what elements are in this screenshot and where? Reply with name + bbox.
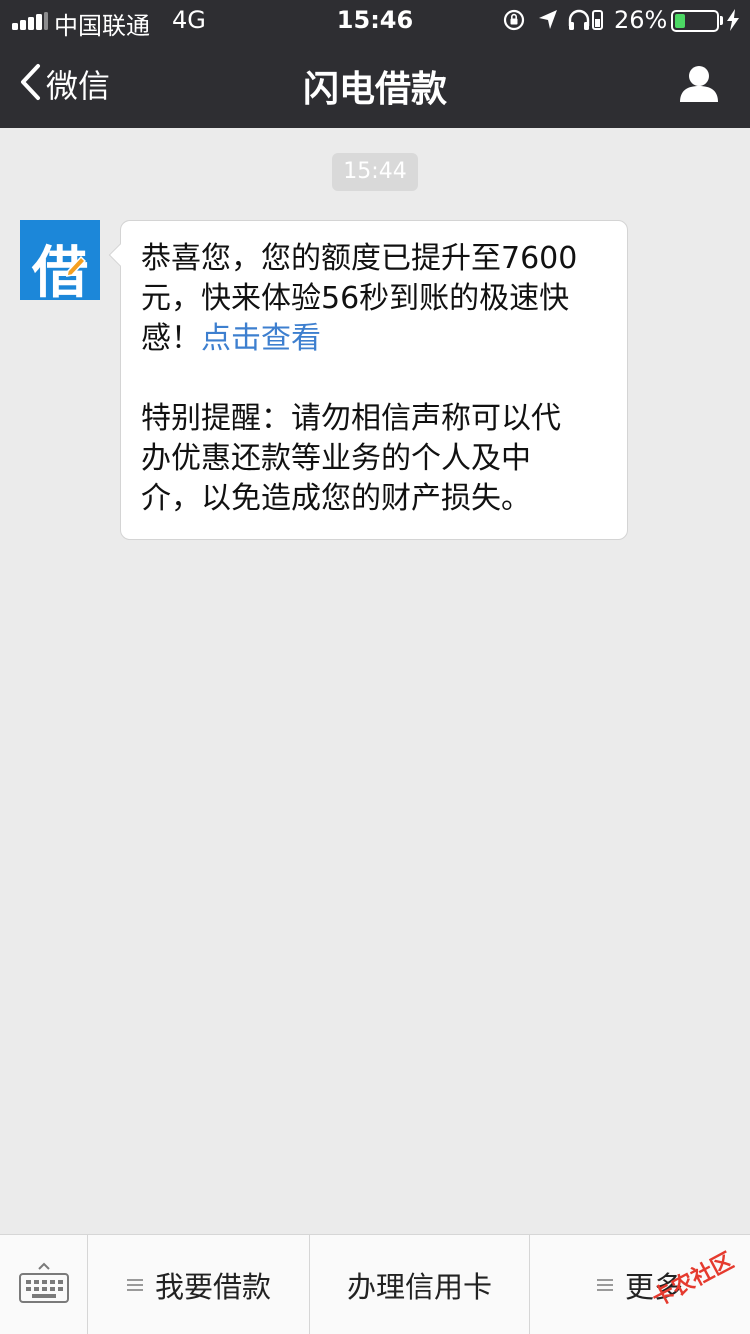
header: 中国联通 4G 15:46 26% 微信 闪电借款	[0, 0, 750, 128]
charging-icon	[726, 8, 740, 38]
battery-percent: 26%	[614, 6, 668, 34]
orientation-lock-icon	[502, 8, 526, 38]
status-bar: 中国联通 4G 15:46 26%	[0, 0, 750, 40]
battery-fill	[675, 14, 686, 28]
caret-up-icon	[38, 1255, 50, 1274]
warning-text: 特别提醒：请勿相信声称可以代	[141, 401, 561, 436]
warning-text: 办优惠还款等业务的个人及中	[141, 441, 531, 476]
battery-icon	[671, 10, 719, 32]
page-title: 闪电借款	[302, 69, 447, 110]
bottom-menu: 我要借款 办理信用卡 更多	[0, 1234, 750, 1334]
message-bubble[interactable]: 恭喜您，您的额度已提升至7600 元，快来体验56秒到账的极速快 感！点击查看 …	[108, 220, 628, 540]
pencil-icon	[64, 255, 87, 284]
warning-text: 介，以免造成您的财产损失。	[141, 481, 531, 516]
keyboard-toggle-button[interactable]	[0, 1235, 88, 1334]
menu-credit-card[interactable]: 办理信用卡	[310, 1235, 530, 1334]
person-icon	[678, 66, 720, 108]
menu-label: 我要借款	[154, 1270, 271, 1304]
menu-borrow[interactable]: 我要借款	[89, 1235, 310, 1334]
message-text-part: 感！	[141, 321, 201, 356]
battery-cap	[720, 16, 723, 25]
location-icon	[537, 8, 559, 38]
nav-bar: 微信 闪电借款	[0, 40, 750, 128]
profile-button[interactable]	[678, 64, 720, 108]
message-text: 恭喜您，您的额度已提升至7600	[141, 241, 578, 276]
bubble-tail	[108, 243, 132, 267]
avatar-logo-text: 借	[32, 241, 88, 306]
avatar[interactable]: 借	[20, 220, 100, 306]
menu-list-icon	[596, 1276, 613, 1294]
menu-list-icon	[126, 1276, 143, 1294]
chat-timestamp: 15:44	[332, 153, 418, 191]
menu-label: 办理信用卡	[346, 1270, 492, 1304]
message-text: 感！点击查看	[141, 319, 607, 359]
headphones-icon	[568, 8, 604, 38]
view-details-link[interactable]: 点击查看	[201, 321, 321, 356]
message-text: 元，快来体验56秒到账的极速快	[141, 281, 570, 316]
keyboard-icon	[19, 1273, 69, 1303]
